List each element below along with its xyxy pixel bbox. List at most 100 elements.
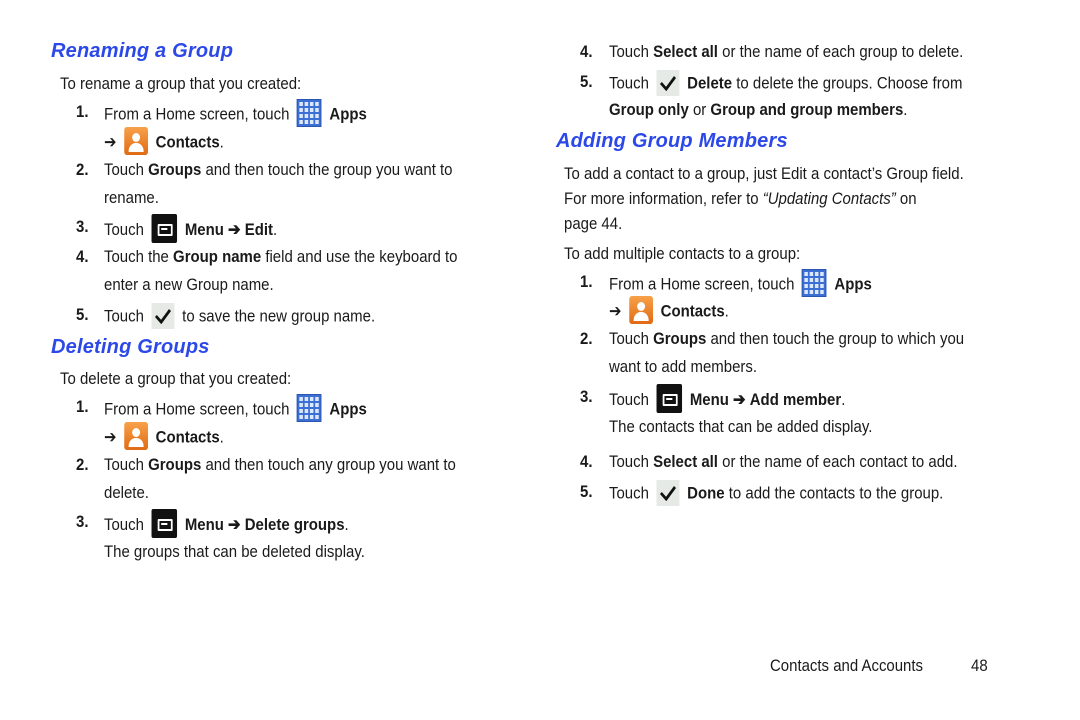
step-text: and then touch the group to which you (710, 329, 965, 348)
step-text: and then touch the group you want to (205, 160, 453, 179)
add-member-label: Add member (749, 389, 842, 409)
menu-icon (151, 214, 178, 243)
group-name-label: Group name (173, 247, 262, 266)
footer-section-title: Contacts and Accounts (770, 656, 924, 675)
step-number: 5. (580, 72, 593, 91)
renaming-step-5: Touch to save the new group name. (104, 303, 376, 330)
step-text: Touch (104, 306, 144, 326)
menu-label: Menu (184, 219, 224, 239)
step-number: 4. (76, 247, 89, 266)
select-all-label: Select all (653, 452, 718, 471)
step-number: 2. (76, 455, 89, 474)
step-number: 4. (580, 452, 593, 471)
deleting-intro: To delete a group that you created: (60, 369, 292, 388)
updating-contacts-link[interactable]: “Updating Contacts” (763, 189, 896, 208)
step-text: to save the new group name. (182, 306, 376, 326)
contacts-label: Contacts (660, 301, 725, 321)
renaming-intro: To rename a group that you created: (60, 74, 302, 93)
delete-groups-label: Delete groups (244, 514, 345, 534)
apps-label: Apps (329, 104, 367, 124)
adding-step-1: From a Home screen, touch Apps (609, 269, 872, 299)
adding-step-2: Touch Groups and then touch the group to… (609, 328, 964, 350)
renaming-step-4: Touch the Group name field and use the k… (104, 246, 457, 268)
step-text: Touch (609, 329, 649, 348)
contacts-label: Contacts (155, 132, 220, 152)
punct: . (344, 514, 349, 534)
deleting-step-5-line2: Group only or Group and group members. (609, 99, 907, 121)
deleting-step-1-cont: ➔ Contacts. (104, 422, 224, 452)
renaming-step-4-line2: enter a new Group name. (104, 275, 274, 294)
adding-step-3-note: The contacts that can be added display. (609, 417, 873, 436)
arrow-icon: ➔ (104, 132, 117, 152)
done-label: Done (687, 483, 725, 503)
apps-grid-icon (802, 269, 827, 297)
delete-label: Delete (687, 73, 733, 93)
step-number: 2. (580, 329, 593, 348)
menu-icon (656, 384, 683, 413)
step-number: 3. (76, 217, 89, 236)
deleting-step-2: Touch Groups and then touch any group yo… (104, 454, 456, 476)
step-text: to delete the groups. Choose from (736, 73, 963, 93)
step-number: 5. (580, 482, 593, 501)
adding-para-line1: To add a contact to a group, just Edit a… (564, 164, 964, 183)
renaming-step-3: Touch Menu ➔ Edit. (104, 214, 278, 245)
group-and-members-label: Group and group members (710, 100, 904, 119)
groups-label: Groups (148, 160, 202, 179)
heading-renaming-group: Renaming a Group (51, 40, 234, 62)
punct: . (724, 301, 729, 321)
edit-label: Edit (244, 219, 274, 239)
deleting-step-1: From a Home screen, touch Apps (104, 394, 367, 424)
apps-label: Apps (329, 399, 367, 419)
step-number: 1. (76, 397, 89, 416)
adding-para-line2: For more information, refer to “Updating… (564, 188, 917, 210)
step-text: Touch (609, 389, 649, 409)
apps-grid-icon (297, 99, 322, 127)
groups-label: Groups (653, 329, 707, 348)
punct: . (219, 427, 224, 447)
adding-step-2-line2: want to add members. (609, 357, 758, 376)
arrow-icon: ➔ (104, 427, 117, 447)
para-text: For more information, refer to (564, 189, 759, 208)
step-text: or (692, 100, 707, 119)
step-number: 2. (76, 160, 89, 179)
step-text: field and use the keyboard to (265, 247, 458, 266)
page-number: 48 (971, 656, 988, 675)
step-text: Touch (609, 73, 649, 93)
step-text: or the name of each contact to add. (722, 452, 958, 471)
checkmark-icon (151, 303, 175, 329)
step-number: 1. (580, 272, 593, 291)
step-text: Touch (104, 455, 144, 474)
deleting-step-4: Touch Select all or the name of each gro… (609, 41, 963, 63)
renaming-step-2-line2: rename. (104, 188, 159, 207)
groups-label: Groups (148, 455, 202, 474)
punct: . (273, 219, 278, 239)
step-text: or the name of each group to delete. (722, 42, 964, 61)
adding-step-3: Touch Menu ➔ Add member. (609, 384, 846, 415)
deleting-step-3-note: The groups that can be deleted display. (104, 542, 365, 561)
checkmark-icon (656, 480, 680, 506)
step-text: and then touch any group you want to (205, 455, 456, 474)
deleting-step-3: Touch Menu ➔ Delete groups. (104, 509, 349, 540)
checkmark-icon (656, 70, 680, 96)
menu-icon (151, 509, 178, 538)
step-text: Touch (609, 42, 649, 61)
deleting-step-5: Touch Delete to delete the groups. Choos… (609, 70, 963, 97)
step-number: 5. (76, 305, 89, 324)
renaming-step-2: Touch Groups and then touch the group yo… (104, 159, 452, 181)
adding-step-1-cont: ➔ Contacts. (609, 296, 729, 326)
step-text: Touch (609, 452, 649, 471)
heading-deleting-groups: Deleting Groups (51, 336, 210, 358)
adding-para-line3: page 44. (564, 214, 623, 233)
step-number: 1. (76, 102, 89, 121)
contacts-person-icon (629, 296, 653, 324)
step-text: From a Home screen, touch (609, 274, 795, 294)
step-text: Touch (104, 219, 144, 239)
contacts-person-icon (124, 422, 148, 450)
punct: . (841, 389, 846, 409)
para-text: on (899, 189, 917, 208)
renaming-step-1-cont: ➔ Contacts. (104, 127, 224, 157)
step-number: 4. (580, 42, 593, 61)
punct: . (219, 132, 224, 152)
punct: . (903, 100, 908, 119)
apps-label: Apps (834, 274, 872, 294)
